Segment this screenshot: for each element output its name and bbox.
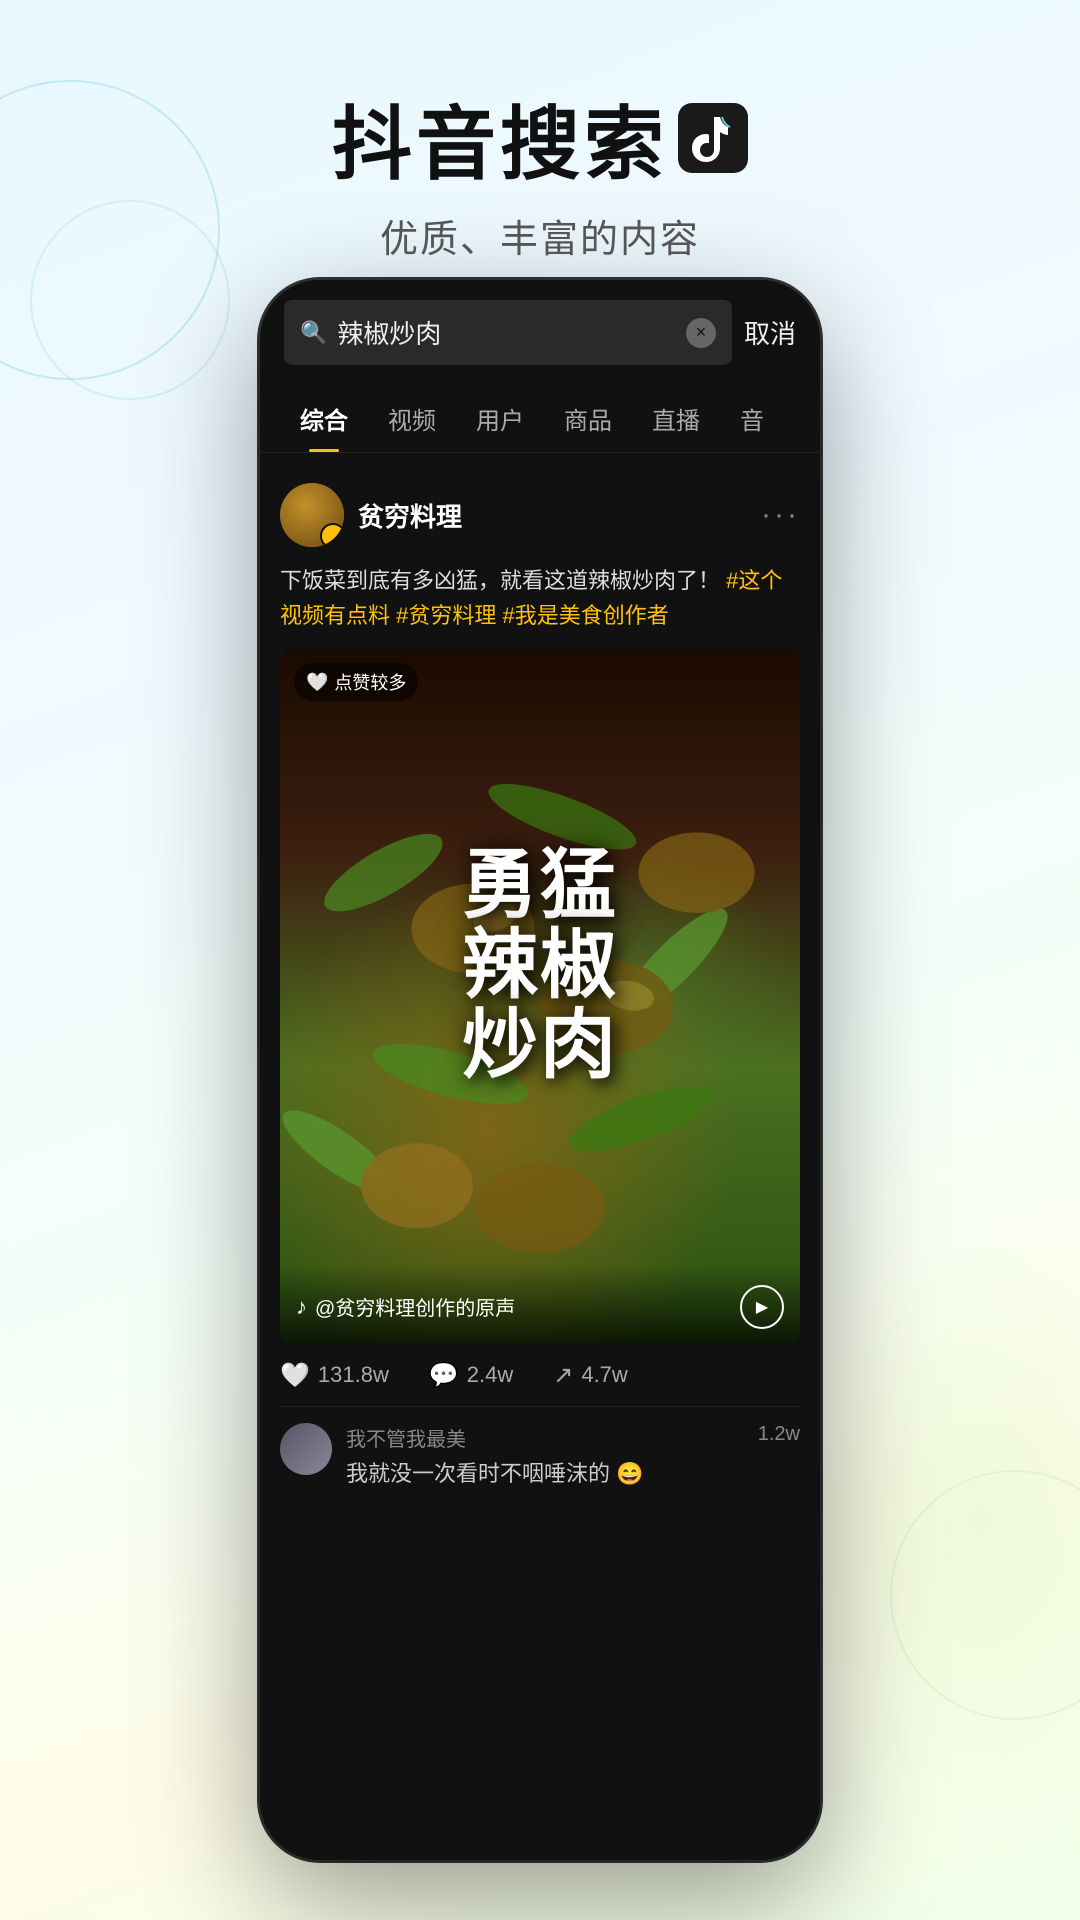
header: 抖音搜索 优质、丰富的内容: [0, 0, 1080, 303]
search-content: 贫穷料理 ··· 下饭菜到底有多凶猛，就看这道辣椒炒肉了！ #这个视频有点料 #…: [260, 453, 820, 1524]
post-user-info[interactable]: 贫穷料理: [280, 483, 462, 547]
phone-frame: 🔍 辣椒炒肉 × 取消 综合 视频 用户: [260, 280, 820, 1860]
phone-inner: 🔍 辣椒炒肉 × 取消 综合 视频 用户: [260, 280, 820, 1860]
commenter-name: 我不管我最美: [346, 1423, 744, 1452]
search-clear-button[interactable]: ×: [686, 318, 716, 348]
search-tabs: 综合 视频 用户 商品 直播 音: [260, 385, 820, 453]
comment-text: 我就没一次看时不咽唾沫的 😄: [346, 1456, 744, 1488]
bg-blob: [780, 1220, 1080, 1820]
video-sound-label: ♪ @贫穷料理创作的原声: [296, 1292, 515, 1321]
play-icon: ▶: [756, 1297, 768, 1317]
play-button[interactable]: ▶: [740, 1285, 784, 1329]
post-card: 贫穷料理 ··· 下饭菜到底有多凶猛，就看这道辣椒炒肉了！ #这个视频有点料 #…: [280, 473, 800, 1504]
search-query-text: 辣椒炒肉: [337, 314, 676, 351]
music-icon: ♪: [296, 1294, 307, 1320]
engagement-bar: 🤍 131.8w 💬 2.4w ↗ 4.7w: [280, 1343, 800, 1407]
comments-count[interactable]: 💬 2.4w: [429, 1361, 513, 1390]
username: 贫穷料理: [358, 497, 462, 534]
tab-live[interactable]: 直播: [632, 385, 720, 452]
tab-video[interactable]: 视频: [368, 385, 456, 452]
phone-mockup: 🔍 辣椒炒肉 × 取消 综合 视频 用户: [260, 280, 820, 1860]
comment-icon: 💬: [429, 1361, 459, 1390]
clear-icon: ×: [696, 322, 707, 343]
avatar-image: [280, 483, 344, 547]
comment-content: 我不管我最美 我就没一次看时不咽唾沫的 😄: [346, 1423, 744, 1488]
likes-text: 131.8w: [318, 1362, 389, 1388]
shares-count[interactable]: ↗ 4.7w: [553, 1361, 628, 1390]
shares-text: 4.7w: [581, 1362, 627, 1388]
avatar: [280, 483, 344, 547]
video-big-text: 勇猛 辣椒 炒肉: [462, 846, 618, 1085]
search-input-wrap[interactable]: 🔍 辣椒炒肉 ×: [284, 300, 732, 365]
post-header: 贫穷料理 ···: [280, 473, 800, 563]
commenter-avatar: [280, 1423, 332, 1475]
tab-product[interactable]: 商品: [544, 385, 632, 452]
tab-comprehensive[interactable]: 综合: [280, 385, 368, 452]
comments-text: 2.4w: [467, 1362, 513, 1388]
more-options-icon[interactable]: ···: [761, 498, 800, 532]
comment-preview: 我不管我最美 我就没一次看时不咽唾沫的 😄 1.2w: [280, 1407, 800, 1504]
app-title-container: 抖音搜索: [0, 80, 1080, 196]
post-text-main: 下饭菜到底有多凶猛，就看这道辣椒炒肉了！: [280, 568, 720, 593]
header-subtitle: 优质、丰富的内容: [0, 208, 1080, 263]
tab-user[interactable]: 用户: [456, 385, 544, 452]
sound-text: @贫穷料理创作的原声: [315, 1292, 515, 1321]
heart-icon: 🤍: [280, 1361, 310, 1390]
likes-count[interactable]: 🤍 131.8w: [280, 1361, 389, 1390]
tiktok-logo-icon: [678, 103, 748, 173]
post-text: 下饭菜到底有多凶猛，就看这道辣椒炒肉了！ #这个视频有点料 #贫穷料理 #我是美…: [280, 563, 800, 633]
tab-audio[interactable]: 音: [720, 385, 784, 452]
video-thumbnail[interactable]: 🤍 点赞较多 勇猛 辣椒 炒肉: [280, 649, 800, 1342]
share-icon: ↗: [553, 1361, 573, 1390]
app-title-text: 抖音搜索: [332, 80, 668, 196]
search-icon: 🔍: [300, 320, 327, 346]
cancel-button[interactable]: 取消: [744, 314, 796, 351]
comment-likes: 1.2w: [758, 1423, 800, 1446]
